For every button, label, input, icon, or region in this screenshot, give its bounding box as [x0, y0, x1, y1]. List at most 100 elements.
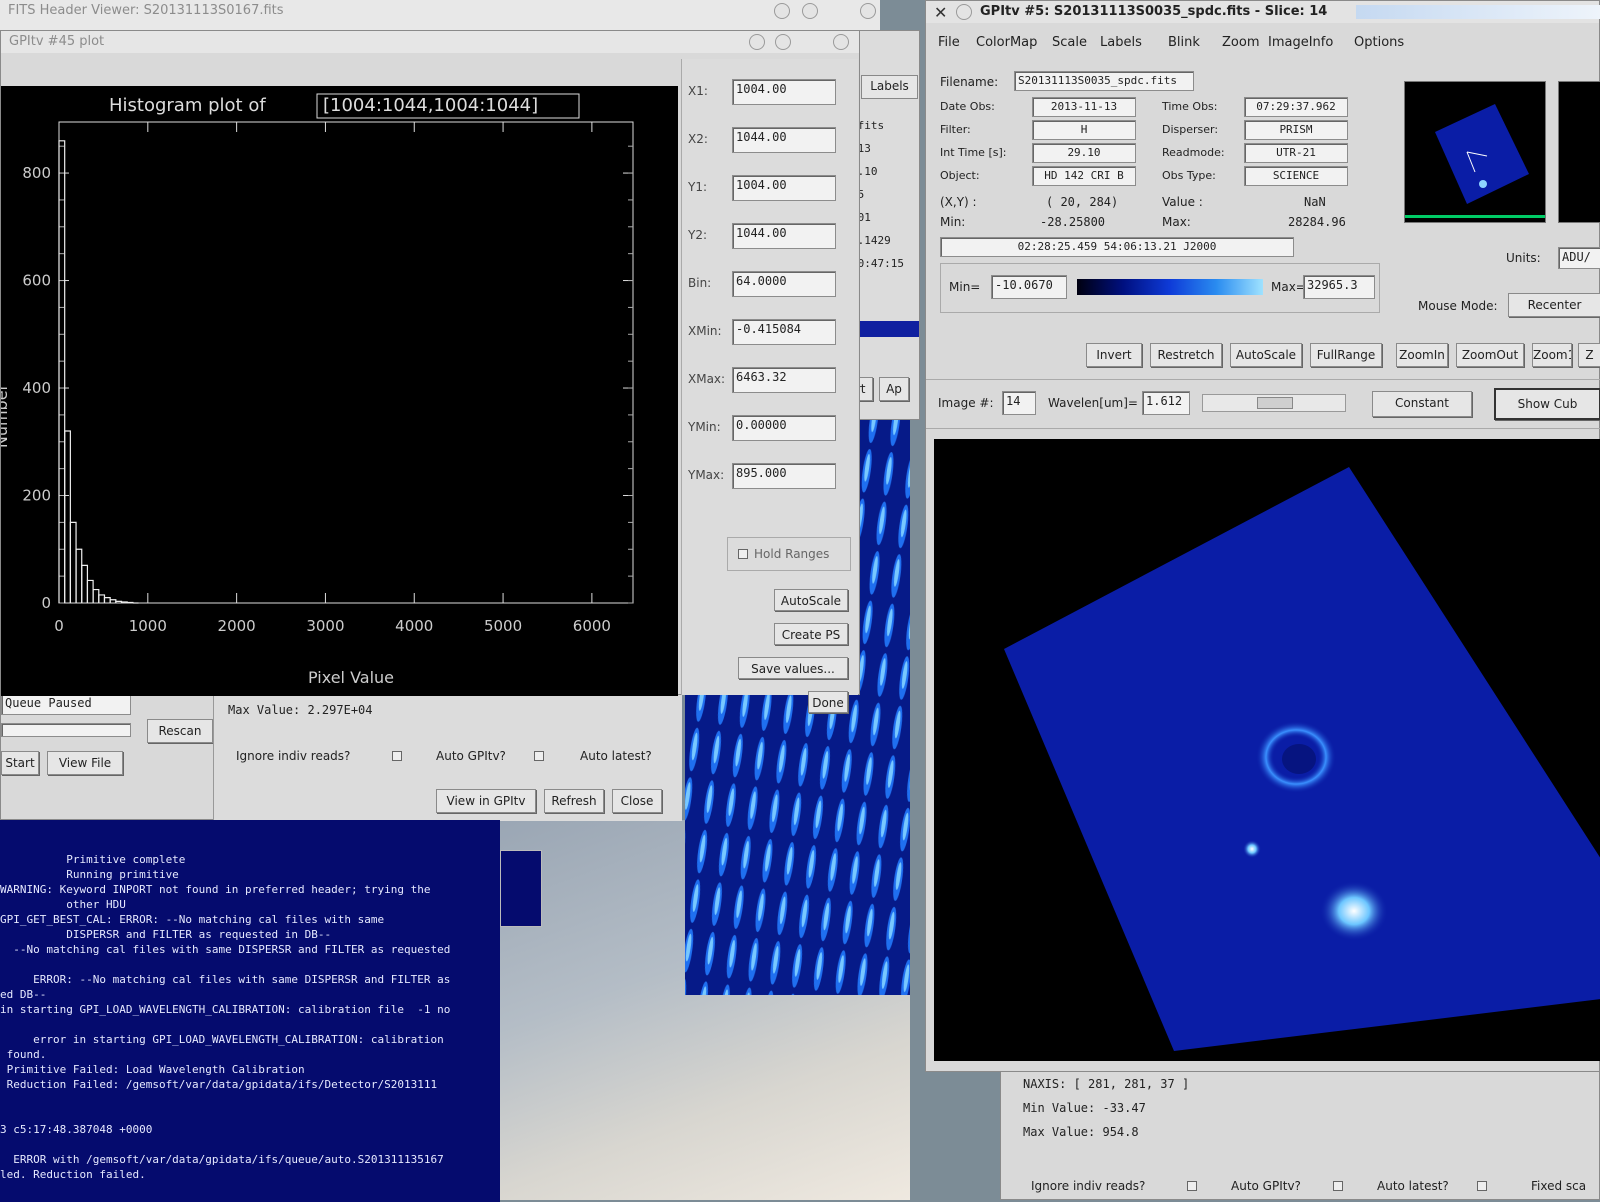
rescan-button[interactable]: Rescan	[147, 719, 213, 743]
hist-field-input[interactable]: 64.0000	[732, 271, 836, 297]
hist-field-label: XMax:	[688, 372, 726, 386]
hist-field-input[interactable]: 6463.32	[732, 367, 836, 393]
gpitv-button-fullrange[interactable]: FullRange	[1310, 343, 1382, 367]
menu-scale[interactable]: Scale	[1052, 35, 1087, 50]
gpitv-button-zoomin[interactable]: ZoomIn	[1396, 343, 1448, 367]
x-icon[interactable]: ✕	[934, 3, 947, 22]
start-button[interactable]: Start	[1, 751, 39, 775]
hist-field-label: Bin:	[688, 276, 712, 290]
y-tick-label: 400	[22, 379, 51, 397]
slider-handle[interactable]	[1257, 397, 1293, 409]
histogram-plot-window: GPItv #45 plot Histogram plot of [1004:1…	[0, 30, 860, 713]
hist-field-label: Y2:	[688, 228, 708, 242]
auto-latest-label: Auto latest?	[1377, 1179, 1449, 1193]
histogram-bar	[81, 564, 89, 603]
menu-blink[interactable]: Blink	[1168, 35, 1200, 50]
menu-options[interactable]: Options	[1354, 35, 1404, 50]
ignore-reads-checkbox[interactable]	[392, 751, 402, 761]
hist-field-input[interactable]: 1044.00	[732, 223, 836, 249]
hist-field-input[interactable]: 895.000	[732, 463, 836, 489]
hist-field-label: YMax:	[688, 468, 725, 482]
wavelen-field[interactable]: 1.612	[1142, 391, 1190, 415]
hist-field-input[interactable]: 1044.00	[732, 127, 836, 153]
histogram-bar	[98, 594, 106, 603]
done-button[interactable]: Done	[808, 691, 848, 713]
units-field[interactable]: ADU/	[1558, 247, 1600, 269]
units-label: Units:	[1506, 251, 1541, 265]
maximize-icon[interactable]	[775, 34, 791, 50]
minimize-icon[interactable]	[749, 34, 765, 50]
gpitv-button-zoom1[interactable]: Zoom1	[1532, 343, 1572, 367]
parser-panel: Queue Paused Start View File Rescan Max …	[0, 690, 682, 821]
gpitv-button-autoscale[interactable]: AutoScale	[1230, 343, 1302, 367]
hist-field-input[interactable]: 0.00000	[732, 415, 836, 441]
menu-zoom[interactable]: Zoom	[1222, 35, 1259, 50]
hist-field-label: X2:	[688, 132, 708, 146]
title-highlight	[1356, 5, 1600, 19]
close-button[interactable]: Close	[612, 789, 662, 813]
close-icon[interactable]	[833, 34, 849, 50]
x-axis-label: Pixel Value	[308, 668, 394, 687]
mouse-mode-dropdown[interactable]: Recenter	[1508, 293, 1600, 317]
image-num-field[interactable]: 14	[1002, 391, 1036, 415]
labels-button-behind[interactable]: Labels	[861, 75, 918, 99]
menu-file[interactable]: File	[938, 35, 960, 50]
terminal-line: ERROR with /gemsoft/var/data/gpidata/ifs…	[0, 1153, 444, 1166]
auto-gpitv-checkbox[interactable]	[1333, 1181, 1343, 1191]
gpitv-button-z[interactable]: Z	[1578, 343, 1600, 367]
chart-title: Histogram plot of	[109, 95, 266, 116]
info-label: Filter:	[940, 123, 971, 136]
auto-latest-checkbox[interactable]	[1477, 1181, 1487, 1191]
main-image-display[interactable]	[934, 439, 1600, 1061]
filename-field[interactable]: S20131113S0035_spdc.fits	[1014, 71, 1194, 91]
slice-slider[interactable]	[1202, 394, 1346, 412]
ignore-reads-checkbox[interactable]	[1187, 1181, 1197, 1191]
view-in-gpitv-button[interactable]: View in GPItv	[436, 789, 536, 813]
window-menu-icon[interactable]	[956, 4, 972, 20]
autoscale-button[interactable]: AutoScale	[774, 589, 848, 611]
terminal-line: ERROR: --No matching cal files with same…	[0, 973, 451, 986]
plot-frame	[58, 121, 634, 604]
terminal-line: --No matching cal files with same DISPER…	[0, 943, 451, 956]
pan-thumbnail[interactable]	[1404, 81, 1546, 223]
minimize-icon[interactable]	[774, 3, 790, 19]
info-label: Time Obs:	[1162, 100, 1218, 113]
save-values-button[interactable]: Save values...	[738, 657, 848, 679]
refresh-button[interactable]: Refresh	[544, 789, 604, 813]
gpitv-button-invert[interactable]: Invert	[1086, 343, 1142, 367]
terminal-line: WARNING: Keyword INPORT not found in pre…	[0, 883, 431, 896]
menu-colormap[interactable]: ColorMap	[976, 35, 1037, 50]
maximize-icon[interactable]	[802, 3, 818, 19]
hold-ranges-box: Hold Ranges	[727, 537, 851, 571]
cb-min-field[interactable]: -10.0670	[991, 275, 1067, 299]
image-num-label: Image #:	[938, 396, 994, 410]
info-value: 29.10	[1032, 143, 1136, 163]
collapse-mode-dropdown[interactable]: Constant	[1372, 391, 1472, 417]
menu-imageinfo[interactable]: ImageInfo	[1268, 35, 1333, 50]
cb-max-field[interactable]: 32965.3	[1303, 275, 1375, 299]
show-cube-button[interactable]: Show Cub	[1494, 388, 1600, 420]
gpitv-button-zoomout[interactable]: ZoomOut	[1456, 343, 1524, 367]
max-value-label: Max Value: 2.297E+04	[228, 703, 373, 717]
auto-gpitv-checkbox[interactable]	[534, 751, 544, 761]
create-ps-button[interactable]: Create PS	[774, 623, 848, 645]
view-file-button[interactable]: View File	[47, 751, 123, 775]
hist-field-input[interactable]: -0.415084	[732, 319, 836, 345]
info-label: Obs Type:	[1162, 169, 1216, 182]
hold-ranges-checkbox[interactable]	[738, 549, 748, 559]
apply-button-behind[interactable]: Ap	[879, 377, 909, 401]
close-icon[interactable]	[860, 3, 876, 19]
hist-field-input[interactable]: 1004.00	[732, 175, 836, 201]
y-tick-label: 200	[22, 487, 51, 505]
min-label: Min:	[940, 215, 966, 229]
naxis-label: NAXIS: [ 281, 281, 37 ]	[1023, 1077, 1190, 1091]
fixed-scale-label: Fixed sca	[1531, 1179, 1587, 1193]
gpitv-button-restretch[interactable]: Restretch	[1150, 343, 1222, 367]
ignore-reads-label: Ignore indiv reads?	[1031, 1179, 1146, 1193]
histogram-chart: Histogram plot of [1004:1044,1004:1044] …	[0, 93, 634, 687]
menu-labels[interactable]: Labels	[1100, 35, 1142, 50]
x-tick-label: 4000	[395, 617, 433, 635]
histogram-bar	[69, 521, 77, 603]
hist-field-input[interactable]: 1004.00	[732, 79, 836, 105]
